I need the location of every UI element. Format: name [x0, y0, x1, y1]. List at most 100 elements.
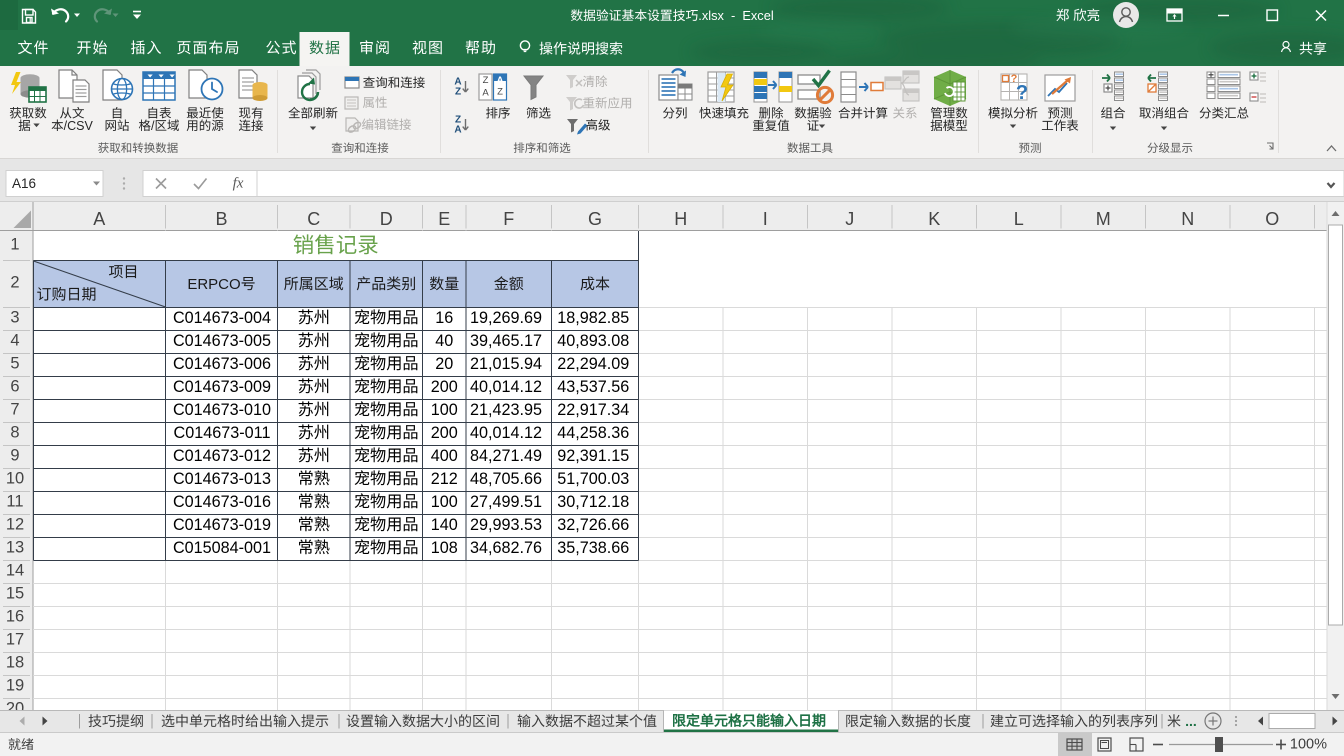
- svg-text:所属区域: 所属区域: [284, 276, 344, 293]
- svg-text:关系: 关系: [892, 107, 917, 121]
- svg-text:30,712.18: 30,712.18: [557, 493, 629, 511]
- svg-text:数量: 数量: [429, 276, 459, 293]
- svg-text:27,499.51: 27,499.51: [470, 493, 542, 511]
- svg-text:22,294.09: 22,294.09: [557, 355, 629, 373]
- svg-text:插入: 插入: [130, 40, 162, 57]
- svg-text:100: 100: [431, 401, 458, 419]
- svg-text:页面布局: 页面布局: [176, 40, 240, 57]
- svg-text:21,423.95: 21,423.95: [470, 401, 542, 419]
- svg-text:常熟: 常熟: [298, 493, 330, 511]
- svg-text:C014673-006: C014673-006: [173, 355, 271, 373]
- svg-text:44,258.36: 44,258.36: [557, 424, 629, 442]
- svg-text:A16: A16: [12, 176, 36, 191]
- svg-text:属性: 属性: [362, 96, 387, 110]
- svg-text:建立可选择输入的列表序列: 建立可选择输入的列表序列: [990, 713, 1158, 729]
- svg-text:产品类别: 产品类别: [356, 276, 416, 293]
- svg-text:100: 100: [431, 493, 458, 511]
- svg-text:92,391.15: 92,391.15: [557, 447, 629, 465]
- svg-text:19,269.69: 19,269.69: [470, 309, 542, 327]
- svg-text:140: 140: [431, 516, 458, 534]
- svg-text:32,726.66: 32,726.66: [557, 516, 629, 534]
- svg-text:L: L: [1014, 209, 1024, 229]
- svg-text:获取和转换数据: 获取和转换数据: [98, 142, 179, 155]
- svg-text:7: 7: [10, 401, 19, 419]
- svg-text:Z: Z: [483, 75, 489, 86]
- svg-text:常熟: 常熟: [298, 470, 330, 488]
- svg-text:84,271.49: 84,271.49: [470, 447, 542, 465]
- svg-text:取消组合: 取消组合: [1139, 107, 1190, 121]
- svg-text:6: 6: [10, 378, 19, 396]
- svg-text:51,700.03: 51,700.03: [557, 470, 629, 488]
- svg-text:A: A: [93, 209, 105, 229]
- svg-text:宠物用品: 宠物用品: [354, 447, 419, 465]
- svg-text:查询和连接: 查询和连接: [331, 142, 389, 155]
- svg-text:19: 19: [6, 677, 24, 695]
- svg-text:C014673-005: C014673-005: [173, 332, 271, 350]
- svg-text:C014673-016: C014673-016: [173, 493, 271, 511]
- svg-text:设置输入数据大小的区间: 设置输入数据大小的区间: [346, 713, 500, 729]
- svg-text:宠物用品: 宠物用品: [354, 309, 419, 327]
- svg-text:郑 欣亮: 郑 欣亮: [1056, 8, 1100, 23]
- svg-text:100%: 100%: [1290, 737, 1327, 753]
- svg-text:B: B: [215, 209, 227, 229]
- svg-text:高级: 高级: [585, 119, 611, 133]
- svg-text:18,982.85: 18,982.85: [557, 309, 629, 327]
- svg-text:数据验证基本设置技巧.xlsx - Excel: 数据验证基本设置技巧.xlsx - Excel: [570, 8, 773, 23]
- svg-text:苏州: 苏州: [298, 447, 330, 465]
- svg-text:Z: Z: [497, 87, 503, 98]
- svg-text:K: K: [928, 209, 940, 229]
- svg-text:5: 5: [10, 355, 19, 373]
- svg-text:10: 10: [6, 470, 24, 488]
- svg-text:订购日期: 订购日期: [36, 287, 96, 304]
- svg-text:分类汇总: 分类汇总: [1199, 107, 1249, 121]
- svg-text:9: 9: [10, 447, 19, 465]
- svg-text:宠物用品: 宠物用品: [354, 332, 419, 350]
- svg-text:16: 16: [6, 608, 24, 626]
- svg-text:成本: 成本: [580, 276, 610, 293]
- svg-text:40: 40: [435, 332, 453, 350]
- svg-text:宠物用品: 宠物用品: [354, 516, 419, 534]
- svg-text:宠物用品: 宠物用品: [354, 401, 419, 419]
- svg-text:宠物用品: 宠物用品: [354, 493, 419, 511]
- svg-text:苏州: 苏州: [298, 424, 330, 442]
- svg-text:输入数据不超过某个值: 输入数据不超过某个值: [517, 713, 657, 729]
- svg-text:重新应用: 重新应用: [582, 97, 632, 111]
- svg-text:39,465.17: 39,465.17: [470, 332, 542, 350]
- svg-text:本/CSV: 本/CSV: [51, 119, 93, 133]
- svg-text:就绪: 就绪: [8, 737, 34, 752]
- svg-text:销售记录: 销售记录: [293, 234, 379, 258]
- svg-text:排序和筛选: 排序和筛选: [513, 142, 571, 155]
- svg-text:18: 18: [6, 654, 24, 672]
- svg-text:E: E: [438, 209, 450, 229]
- svg-text:用的源: 用的源: [186, 119, 224, 133]
- svg-text:快速填充: 快速填充: [699, 107, 749, 121]
- svg-text:F: F: [503, 209, 514, 229]
- svg-text:选中单元格时给出输入提示: 选中单元格时给出输入提示: [161, 713, 329, 729]
- svg-text:限定输入数据的长度: 限定输入数据的长度: [845, 713, 971, 729]
- svg-text:限定单元格只能输入日期: 限定单元格只能输入日期: [672, 713, 826, 729]
- svg-text:I: I: [763, 209, 768, 229]
- svg-text:22,917.34: 22,917.34: [557, 401, 629, 419]
- svg-text:40,014.12: 40,014.12: [470, 424, 542, 442]
- svg-text:A: A: [482, 88, 489, 99]
- svg-text:M: M: [1096, 209, 1111, 229]
- svg-text:O: O: [1265, 209, 1279, 229]
- svg-text:2: 2: [10, 274, 19, 292]
- svg-text:C014673-009: C014673-009: [173, 378, 271, 396]
- svg-text:C014673-010: C014673-010: [173, 401, 271, 419]
- svg-text:排序: 排序: [485, 107, 510, 121]
- svg-text:苏州: 苏州: [298, 378, 330, 396]
- svg-text:帮助: 帮助: [465, 40, 497, 57]
- svg-text:fx: fx: [233, 176, 244, 192]
- svg-text:常熟: 常熟: [298, 539, 330, 557]
- svg-text:共享: 共享: [1299, 41, 1327, 57]
- svg-text:公式: 公式: [265, 40, 297, 57]
- svg-text:宠物用品: 宠物用品: [354, 378, 419, 396]
- svg-text:文件: 文件: [17, 40, 49, 57]
- svg-text:212: 212: [431, 470, 458, 488]
- svg-text:C014673-004: C014673-004: [173, 309, 271, 327]
- svg-text:3: 3: [10, 309, 19, 327]
- svg-text:C014673-011: C014673-011: [174, 424, 271, 442]
- svg-text:宠物用品: 宠物用品: [354, 424, 419, 442]
- svg-text:35,738.66: 35,738.66: [557, 539, 629, 557]
